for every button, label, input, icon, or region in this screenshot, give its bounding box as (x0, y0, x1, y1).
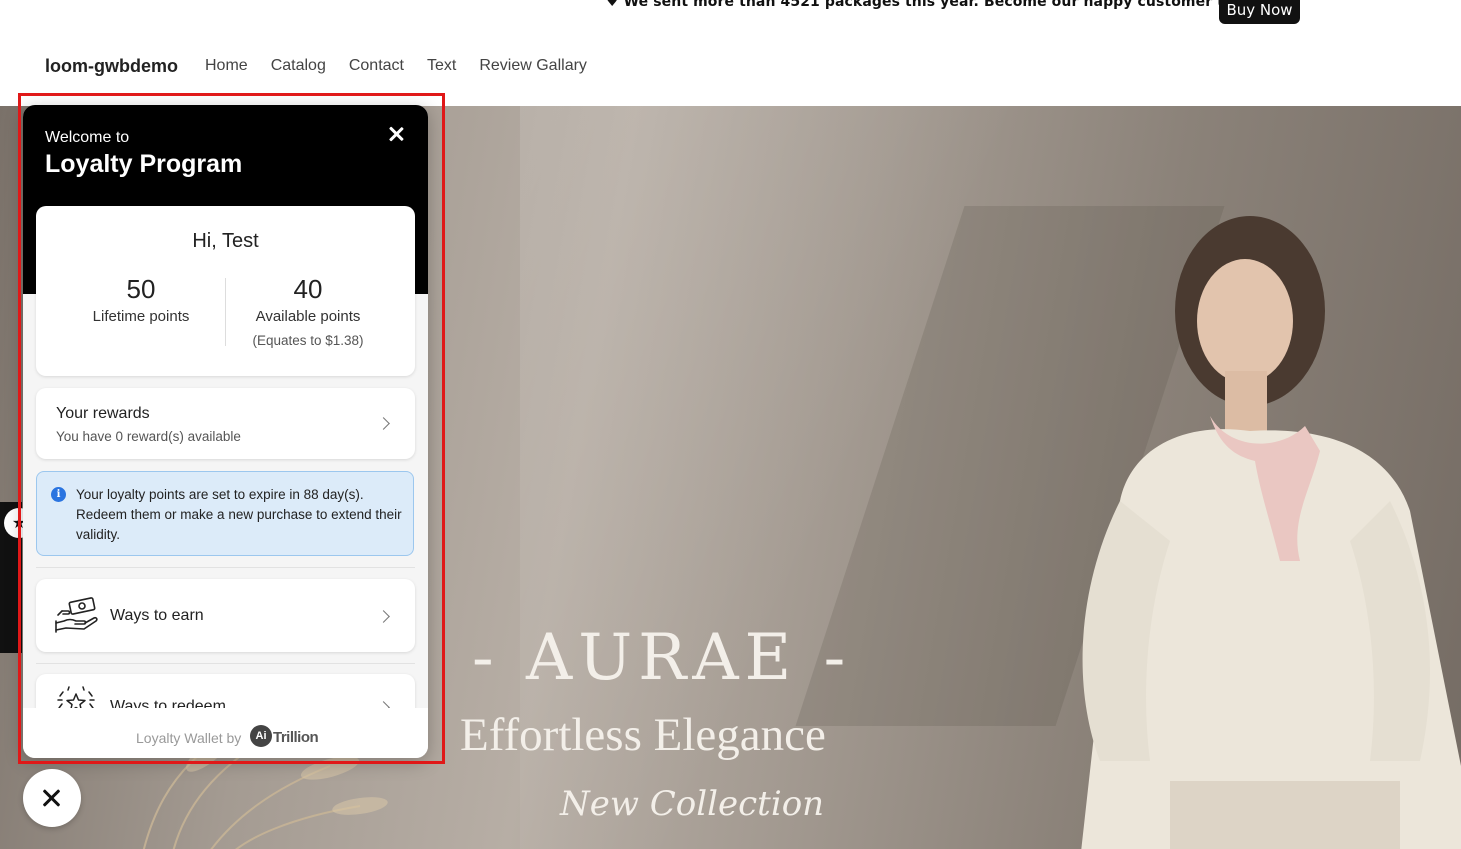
widget-footer: Loyalty Wallet by Ai Trillion (23, 708, 428, 758)
page: ♥ We sent more than 4521 packages this y… (0, 0, 1461, 849)
nav-text[interactable]: Text (427, 57, 456, 75)
chevron-right-icon (377, 417, 390, 430)
chevron-right-icon (377, 610, 390, 623)
rewards-title: Your rewards (56, 405, 150, 422)
ai-logo-icon: Ai (250, 725, 272, 747)
brand-logo[interactable]: loom-gwbdemo (45, 56, 178, 77)
close-widget-button[interactable] (23, 769, 81, 827)
expiry-notice-text: Your loyalty points are set to expire in… (76, 487, 402, 542)
main-nav: Home Catalog Contact Text Review Gallary (205, 57, 610, 75)
ways-to-earn-label: Ways to earn (110, 607, 204, 624)
rewards-subtitle: You have 0 reward(s) available (56, 429, 241, 444)
lifetime-points-label: Lifetime points (92, 308, 190, 325)
info-icon: i (51, 487, 66, 502)
site-header: loom-gwbdemo Home Catalog Contact Text R… (0, 44, 1461, 88)
buy-now-button[interactable]: Buy Now (1219, 0, 1300, 24)
announcement-text: ♥ We sent more than 4521 packages this y… (606, 0, 1280, 10)
footer-text: Loyalty Wallet by (136, 730, 242, 746)
divider (36, 663, 415, 664)
lifetime-points-value: 50 (126, 274, 156, 304)
model-photo (1081, 216, 1461, 849)
ways-to-earn-card[interactable]: Ways to earn (36, 579, 415, 652)
hand-money-icon (55, 597, 98, 633)
hero-script-text: New Collection (560, 784, 825, 824)
greeting: Hi, Test (192, 230, 259, 252)
divider (36, 567, 415, 568)
expiry-notice: i Your loyalty points are set to expire … (36, 471, 414, 556)
available-points-value: 40 (293, 274, 323, 304)
close-icon[interactable] (385, 123, 407, 145)
nav-home[interactable]: Home (205, 57, 248, 75)
loyalty-widget: Welcome to Loyalty Program Hi, Test 50 L… (23, 105, 428, 758)
announcement-bar: ♥ We sent more than 4521 packages this y… (0, 0, 1461, 24)
hero-subtitle: Effortless Elegance (460, 709, 826, 761)
nav-contact[interactable]: Contact (349, 57, 404, 75)
nav-catalog[interactable]: Catalog (271, 57, 326, 75)
program-title: Loyalty Program (45, 150, 243, 178)
points-equivalent: (Equates to $1.38) (252, 333, 364, 348)
welcome-label: Welcome to (45, 129, 130, 146)
points-card: Hi, Test 50 Lifetime points 40 Available… (36, 206, 415, 376)
your-rewards-card[interactable]: Your rewards You have 0 reward(s) availa… (36, 388, 415, 459)
nav-review-gallery[interactable]: Review Gallary (479, 57, 587, 75)
hero-title: - AURAE - (472, 621, 852, 695)
trillion-logo[interactable]: Trillion (273, 729, 319, 746)
available-points-label: Available points (255, 308, 361, 325)
